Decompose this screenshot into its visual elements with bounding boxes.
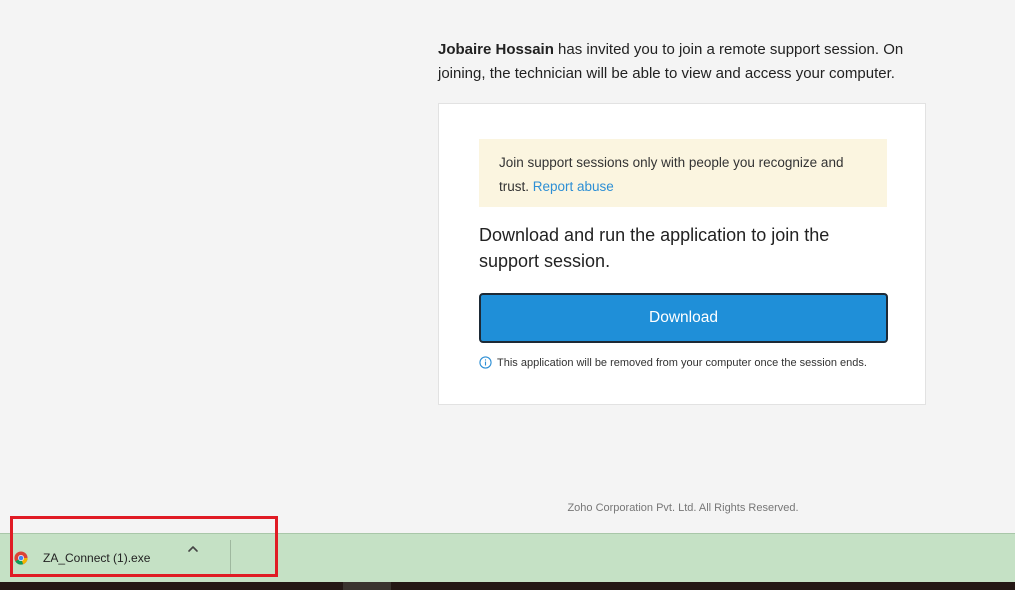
taskbar — [0, 582, 1015, 590]
report-abuse-link[interactable]: Report abuse — [533, 179, 614, 194]
trust-warning: Join support sessions only with people y… — [479, 139, 887, 207]
download-shelf: ZA_Connect (1).exe — [0, 533, 1015, 582]
inviter-name: Jobaire Hossain — [438, 41, 554, 58]
chevron-up-icon[interactable] — [186, 542, 200, 556]
removal-note: This application will be removed from yo… — [479, 356, 867, 369]
download-file-name: ZA_Connect (1).exe — [43, 551, 151, 565]
invite-message: Jobaire Hossain has invited you to join … — [438, 38, 908, 86]
download-button[interactable]: Download — [479, 293, 888, 343]
info-icon — [479, 356, 492, 369]
removal-note-text: This application will be removed from yo… — [497, 356, 867, 369]
join-session-card: Join support sessions only with people y… — [438, 103, 926, 405]
instruction-text: Download and run the application to join… — [479, 225, 830, 271]
shelf-divider — [230, 540, 231, 574]
chrome-file-icon — [14, 551, 28, 565]
taskbar-segment — [343, 582, 391, 590]
footer-copyright: Zoho Corporation Pvt. Ltd. All Rights Re… — [567, 502, 799, 514]
